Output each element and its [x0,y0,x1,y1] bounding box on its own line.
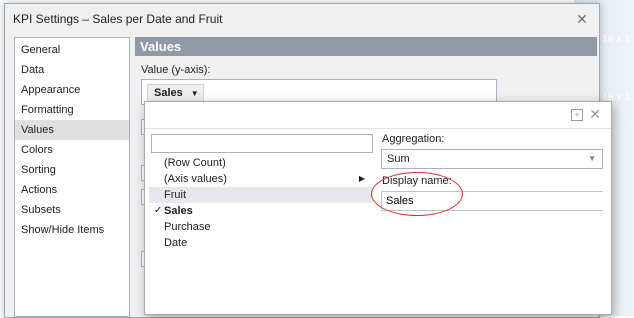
close-icon[interactable]: ✕ [575,12,589,26]
field-label: Sales [164,205,193,217]
list-item[interactable]: Purchase [149,219,373,235]
chevron-down-icon: ▼ [588,154,596,163]
background-text: 16 x 1 [602,34,630,45]
field-search-input[interactable] [151,134,373,153]
settings-tab-list: General Data Appearance Formatting Value… [14,37,130,317]
tab-appearance[interactable]: Appearance [15,80,129,100]
tab-show-hide-items[interactable]: Show/Hide Items [15,220,129,240]
window-title: KPI Settings – Sales per Date and Fruit [13,12,223,26]
tab-values[interactable]: Values [15,120,129,140]
tab-general[interactable]: General [15,40,129,60]
sales-chip-label: Sales [154,87,183,99]
aggregation-select[interactable]: Sum ▼ [381,149,603,169]
tab-subsets[interactable]: Subsets [15,200,129,220]
chevron-down-icon: ▼ [190,89,199,98]
list-item[interactable]: ✓ Sales [149,203,373,219]
submenu-arrow-icon: ▶ [358,174,365,183]
list-item[interactable]: Fruit [149,187,373,203]
field-list: (Row Count) (Axis values) ▶ Fruit ✓ Sales … [149,155,373,251]
pin-icon[interactable]: + [571,109,583,121]
field-label: Fruit [164,189,186,201]
checkmark-icon: ✓ [154,205,163,216]
field-label: (Axis values) [164,173,227,185]
close-icon[interactable]: ✕ [589,106,601,123]
field-label: Date [164,237,188,249]
tab-formatting[interactable]: Formatting [15,100,129,120]
list-item[interactable]: (Row Count) [149,155,373,171]
popup-toolbar: + ✕ [145,102,611,129]
display-name-label: Display name: [382,175,452,187]
list-item[interactable]: (Axis values) ▶ [149,171,373,187]
aggregation-label: Aggregation: [382,133,445,145]
aggregation-value: Sum [387,153,410,165]
field-label: (Row Count) [164,157,226,169]
value-field-popup: + ✕ (Row Count) (Axis values) ▶ Fruit ✓ Sa… [144,101,612,315]
tab-colors[interactable]: Colors [15,140,129,160]
tab-actions[interactable]: Actions [15,180,129,200]
value-axis-label: Value (y-axis): [141,64,211,76]
tab-data[interactable]: Data [15,60,129,80]
title-bar: KPI Settings – Sales per Date and Fruit [5,4,599,34]
tab-sorting[interactable]: Sorting [15,160,129,180]
field-label: Purchase [164,221,211,233]
list-item[interactable]: Date [149,235,373,251]
display-name-input[interactable] [381,191,603,211]
panel-title: Values [135,37,597,56]
